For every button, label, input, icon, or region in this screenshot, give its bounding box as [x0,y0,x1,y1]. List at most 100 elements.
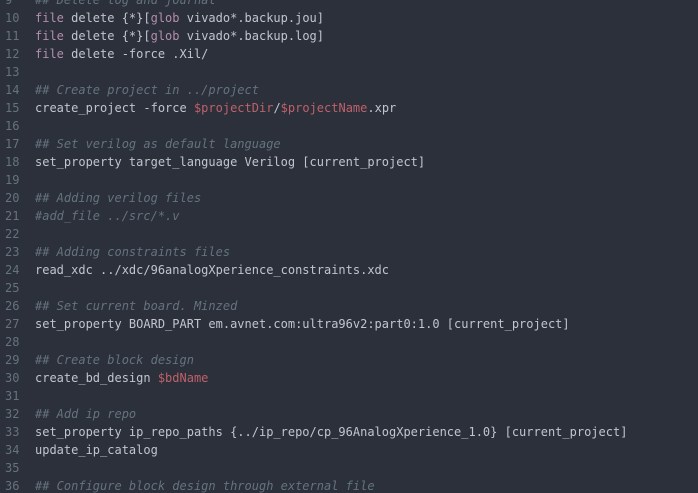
code-line[interactable]: 20 ## Adding verilog files [0,189,698,207]
line-number: 18 [5,155,20,169]
code-text: set_property ip_repo_paths {../ip_repo/c… [33,423,698,441]
code-comment: ## Adding verilog files [35,191,202,205]
line-number: 23 [5,245,20,259]
code-line[interactable]: 33 set_property ip_repo_paths {../ip_repo… [0,423,698,441]
line-number: 21 [5,209,20,223]
code-line[interactable]: 29 ## Create block design [0,351,698,369]
code-text: file delete {*}[glob vivado*.backup.log] [33,27,698,45]
code-line[interactable]: 21 #add_file ../src/*.v [0,207,698,225]
code-line[interactable]: 28 [0,333,698,351]
code-text: ## Set verilog as default language [33,135,698,153]
code-line[interactable]: 35 [0,459,698,477]
line-number: 25 [5,281,20,295]
code-line[interactable]: 24 read_xdc ../xdc/96analogXperience_cons… [0,261,698,279]
line-number: 14 [5,83,20,97]
code-keyword: glob [150,29,180,43]
code-comment: ## Create project in ../project [35,83,259,97]
line-number: 17 [5,137,20,151]
code-line[interactable]: 25 [0,279,698,297]
line-number: 28 [5,335,20,349]
code-line[interactable]: 34 update_ip_catalog [0,441,698,459]
code-token: set_property ip_repo_paths {../ip_repo/c… [35,425,628,439]
code-line[interactable]: 9 ## Delete log and journal [0,0,698,9]
line-number: 34 [5,443,20,457]
code-keyword: file [35,47,64,61]
code-text: ## Delete log and journal [33,0,698,9]
code-keyword: file [35,11,64,25]
line-number: 36 [5,479,20,493]
line-number: 15 [5,101,20,115]
code-line[interactable]: 22 [0,225,698,243]
line-number: 11 [5,29,20,43]
code-comment: ## Configure block design through extern… [35,479,375,493]
code-text: update_ip_catalog [33,441,698,459]
line-number: 31 [5,389,20,403]
code-line[interactable]: 32 ## Add ip repo [0,405,698,423]
code-line[interactable]: 10 file delete {*}[glob vivado*.backup.jo… [0,9,698,27]
code-text: set_property BOARD_PART em.avnet.com:ult… [33,315,698,333]
line-number: 16 [5,119,20,133]
code-text: file delete -force .Xil/ [33,45,698,63]
code-comment: ## Set verilog as default language [35,137,281,151]
code-line[interactable]: 16 [0,117,698,135]
code-text: file delete {*}[glob vivado*.backup.jou] [33,9,698,27]
code-token: read_xdc ../xdc/96analogXperience_constr… [35,263,390,277]
code-comment: ## Delete log and journal [35,0,216,7]
code-line[interactable]: 18 set_property target_language Verilog [… [0,153,698,171]
code-line[interactable]: 23 ## Adding constraints files [0,243,698,261]
line-number: 27 [5,317,20,331]
line-number: 12 [5,47,20,61]
code-line[interactable]: 13 [0,63,698,81]
line-number: 33 [5,425,20,439]
line-number: 29 [5,353,20,367]
code-line[interactable]: 27 set_property BOARD_PART em.avnet.com:u… [0,315,698,333]
code-comment: ## Adding constraints files [35,245,231,259]
code-editor[interactable]: 9 ## Delete log and journal 10 file delete … [0,0,698,493]
code-line[interactable]: 26 ## Set current board. Minzed [0,297,698,315]
line-number: 32 [5,407,20,421]
line-number: 24 [5,263,20,277]
code-line[interactable]: 11 file delete {*}[glob vivado*.backup.lo… [0,27,698,45]
line-number: 22 [5,227,20,241]
line-number: 26 [5,299,20,313]
code-token: delete -force .Xil/ [63,47,209,61]
code-text: ## Create block design [33,351,698,369]
line-number: 35 [5,461,20,475]
code-comment: ## Create block design [35,353,194,367]
code-comment: ## Set current board. Minzed [35,299,238,313]
code-line[interactable]: 15 create_project -force $projectDir/$pro… [0,99,698,117]
code-line[interactable]: 12 file delete -force .Xil/ [0,45,698,63]
code-text: #add_file ../src/*.v [33,207,698,225]
code-variable: $projectDir [193,101,274,115]
code-line[interactable]: 30 create_bd_design $bdName [0,369,698,387]
code-line[interactable]: 36 ## Configure block design through exte… [0,477,698,493]
code-token: vivado*.backup.jou] [179,11,325,25]
code-token: delete {*}[ [63,11,151,25]
code-variable: $projectName [280,101,368,115]
code-variable: $bdName [157,371,209,385]
code-text: create_project -force $projectDir/$proje… [33,99,698,117]
code-token: update_ip_catalog [35,443,158,457]
code-line[interactable]: 31 [0,387,698,405]
code-token: create_project -force [35,101,194,115]
code-line[interactable]: 19 [0,171,698,189]
code-line[interactable]: 17 ## Set verilog as default language [0,135,698,153]
code-text: set_property target_language Verilog [cu… [33,153,698,171]
code-token: create_bd_design [35,371,158,385]
code-text: ## Add ip repo [33,405,698,423]
line-number: 30 [5,371,20,385]
code-text: create_bd_design $bdName [33,369,698,387]
code-text: ## Create project in ../project [33,81,698,99]
code-token: delete {*}[ [63,29,151,43]
code-text: read_xdc ../xdc/96analogXperience_constr… [33,261,698,279]
code-line[interactable]: 14 ## Create project in ../project [0,81,698,99]
code-keyword: glob [150,11,180,25]
line-number: 9 [5,0,13,7]
